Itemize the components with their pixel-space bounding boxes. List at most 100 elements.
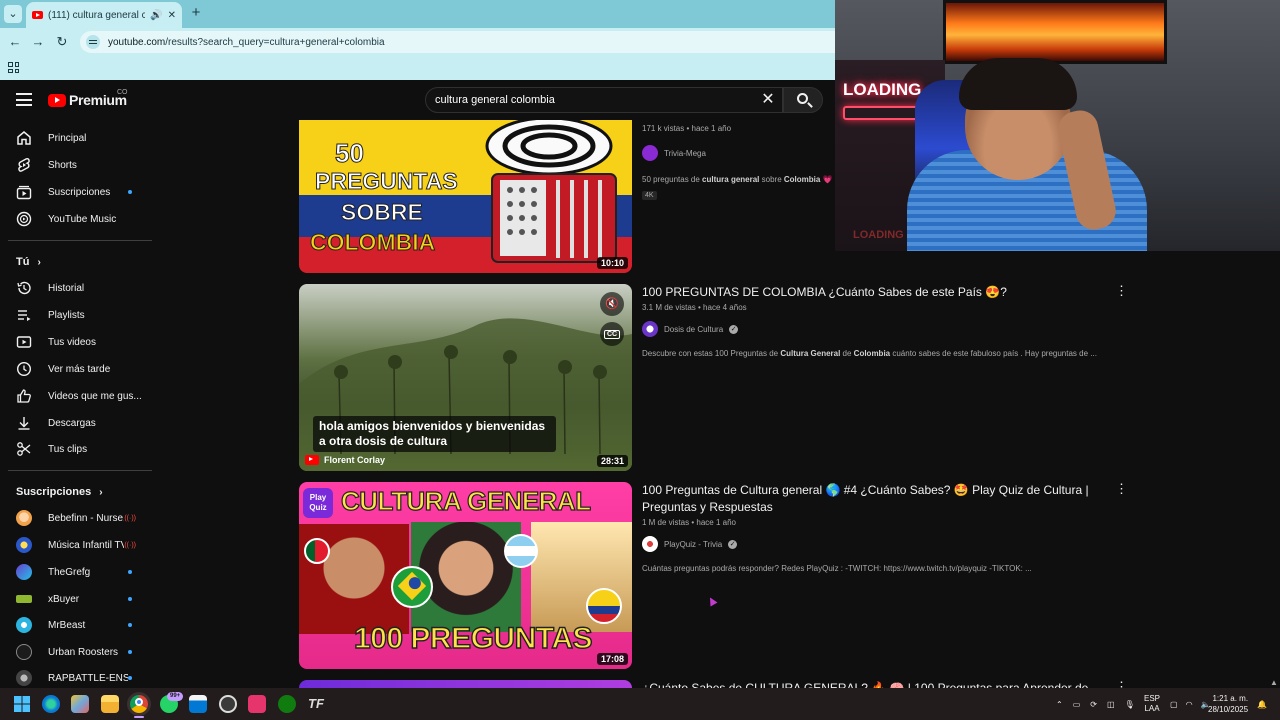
- edge-browser-icon[interactable]: [42, 695, 60, 713]
- sidebar-item-historial[interactable]: Historial: [8, 275, 152, 301]
- video-thumbnail[interactable]: Play Quiz CULTURA GENERAL 100 PREGUNTAS …: [299, 482, 632, 669]
- clock[interactable]: 1:21 a. m. 28/10/2025: [1208, 688, 1248, 720]
- channel-avatar: [16, 670, 32, 686]
- site-info-icon[interactable]: [86, 35, 100, 49]
- more-actions-icon[interactable]: ⋮: [1115, 482, 1128, 495]
- video-thumbnail[interactable]: 🔇 CC hola amigos bienvenidos y bienvenid…: [299, 284, 632, 471]
- download-icon: [16, 415, 32, 431]
- logo-country-code: CO: [117, 89, 128, 96]
- input-language-indicator[interactable]: ESP LAA: [1144, 688, 1160, 720]
- subscriptions-heading-label: Suscripciones: [16, 486, 92, 498]
- xbox-icon[interactable]: [278, 695, 296, 713]
- channel-link[interactable]: Dosis de Cultura ✓: [642, 321, 1122, 337]
- network-icon[interactable]: ▭: [1073, 700, 1081, 709]
- reload-icon[interactable]: ↻: [53, 33, 71, 51]
- sidebar-item-label: Descargas: [48, 417, 96, 429]
- address-host: youtube.com: [108, 36, 166, 48]
- playquiz-badge: Play Quiz: [303, 488, 333, 518]
- sidebar-sub-mrbeast[interactable]: MrBeast: [8, 612, 152, 638]
- sidebar-item-tus-videos[interactable]: Tus videos: [8, 329, 152, 355]
- youtube-premium-logo[interactable]: Premium: [48, 92, 127, 108]
- unread-dot: [128, 623, 132, 627]
- clear-search-icon[interactable]: ✕: [760, 92, 776, 108]
- webcam-overlay: LOADING... LOADING: [835, 0, 1280, 251]
- video-stats: 1 M de vistas • hace 1 año: [642, 518, 736, 527]
- description-highlight: cultura general: [702, 175, 760, 184]
- video-meta: ¿Cuánto Sabes de CULTURA GENERAL? 🔥 🧠 | …: [642, 680, 1122, 688]
- sidebar-item-ver-mas-tarde[interactable]: Ver más tarde: [8, 356, 152, 382]
- sidebar-item-descargas[interactable]: Descargas: [8, 410, 152, 436]
- more-actions-icon[interactable]: ⋮: [1115, 284, 1128, 297]
- sidebar-sub-xbuyer[interactable]: xBuyer: [8, 586, 152, 612]
- search-button[interactable]: [783, 87, 823, 113]
- apps-grid-icon[interactable]: [8, 62, 19, 73]
- hamburger-menu-icon[interactable]: [16, 93, 32, 106]
- sidebar-item-youtube-music[interactable]: YouTube Music: [8, 206, 152, 232]
- notification-bell-icon[interactable]: 🔔: [1257, 688, 1267, 720]
- sidebar-item-suscripciones[interactable]: Suscripciones: [8, 179, 152, 205]
- back-arrow-icon[interactable]: ←: [6, 33, 24, 51]
- channel-avatar: [642, 536, 658, 552]
- more-actions-icon[interactable]: ⋮: [1115, 680, 1128, 688]
- obs-studio-icon[interactable]: [219, 695, 237, 713]
- sidebar-item-label: Tus clips: [48, 443, 88, 455]
- description-highlight: Colombia: [783, 175, 821, 184]
- mute-toggle-icon[interactable]: 🔇: [600, 292, 624, 316]
- quick-settings[interactable]: ▢ ◠ 🔈: [1170, 688, 1211, 720]
- video-title[interactable]: ¿Cuánto Sabes de CULTURA GENERAL? 🔥 🧠 | …: [642, 680, 1122, 688]
- description-fragment: cuánto sabes de este fabuloso país . Hay…: [890, 349, 1097, 358]
- sidebar-divider: [8, 470, 152, 471]
- sidebar-item-playlists[interactable]: Playlists: [8, 302, 152, 328]
- address-url: youtube.com/results?search_query=cultura…: [108, 37, 385, 48]
- app-tf-icon[interactable]: TF: [307, 695, 325, 713]
- sidebar-sub-urban-roosters[interactable]: Urban Roosters: [8, 639, 152, 665]
- video-title[interactable]: 100 PREGUNTAS DE COLOMBIA ¿Cuánto Sabes …: [642, 284, 1122, 301]
- video-thumbnail[interactable]: [299, 680, 632, 688]
- sidebar-sub-thegrefg[interactable]: TheGrefg: [8, 559, 152, 585]
- browser-tab-youtube[interactable]: (111) cultura general colom 🔊 ✕: [26, 2, 182, 28]
- subscriptions-icon: [16, 184, 32, 200]
- subscriptions-section-heading[interactable]: Suscripciones ›: [16, 486, 103, 498]
- microsoft-store-icon[interactable]: [189, 695, 207, 713]
- channel-link[interactable]: PlayQuiz - Trivia ✓: [642, 536, 1122, 552]
- sync-status-icon[interactable]: ◫: [1107, 700, 1115, 709]
- sidebar-item-liked-videos[interactable]: Videos que me gus...: [8, 383, 152, 409]
- you-section-heading[interactable]: Tú ›: [16, 256, 41, 268]
- sidebar-item-shorts[interactable]: Shorts: [8, 152, 152, 178]
- close-tab-icon[interactable]: ✕: [168, 10, 176, 21]
- sidebar-sub-rapbattle-ens[interactable]: RAPBATTLE-ENS: [8, 665, 152, 688]
- scrollbar-down-arrow-icon[interactable]: ▲: [1270, 678, 1278, 687]
- file-explorer-icon[interactable]: [101, 695, 119, 713]
- microphone-icon[interactable]: 🎙: [1125, 700, 1135, 709]
- forward-arrow-icon[interactable]: →: [29, 33, 47, 51]
- thumbnail-text-line: PREGUNTAS: [315, 168, 459, 195]
- sidebar-item-label: Videos que me gus...: [48, 390, 142, 402]
- windows-start-icon[interactable]: [13, 695, 31, 713]
- sidebar-item-principal[interactable]: Principal: [8, 125, 152, 151]
- sidebar-sub-musica-infantil-tv[interactable]: Música Infantil TV ((·)): [8, 532, 152, 558]
- copilot-icon[interactable]: [71, 695, 89, 713]
- notification-count-badge: 99+: [167, 692, 184, 701]
- speaker-icon[interactable]: 🔊: [150, 10, 162, 21]
- captions-toggle-button[interactable]: CC: [600, 322, 624, 346]
- tab-search-menu-button[interactable]: ⌄: [4, 5, 22, 23]
- show-hidden-icons-chevron-icon[interactable]: ⌃: [1056, 700, 1063, 709]
- sidebar-item-label: MrBeast: [48, 619, 86, 631]
- playlists-icon: [16, 307, 32, 323]
- sidebar-sub-bebefinn[interactable]: Bebefinn - Nurse... ((·)): [8, 505, 152, 531]
- sidebar-item-label: xBuyer: [48, 593, 80, 605]
- thumbnail-text-line: 50: [335, 138, 365, 169]
- new-tab-button[interactable]: +: [188, 5, 204, 21]
- sidebar-item-label: Playlists: [48, 309, 85, 321]
- search-input[interactable]: [435, 94, 782, 106]
- channel-name: Dosis de Cultura: [664, 324, 724, 334]
- guide-sidebar: Principal Shorts Suscripciones YouTube M…: [0, 120, 160, 688]
- home-icon: [16, 130, 32, 146]
- sidebar-item-tus-clips[interactable]: Tus clips: [8, 436, 152, 462]
- chrome-browser-icon[interactable]: [130, 695, 148, 713]
- unread-dot: [128, 190, 132, 194]
- video-thumbnail[interactable]: 50 PREGUNTAS SOBRE COLOMBIA 10:10: [299, 120, 632, 273]
- tiktok-icon[interactable]: [248, 695, 266, 713]
- sync-icon[interactable]: ⟳: [1090, 700, 1097, 709]
- video-title[interactable]: 100 Preguntas de Cultura general 🌎 #4 ¿C…: [642, 482, 1092, 516]
